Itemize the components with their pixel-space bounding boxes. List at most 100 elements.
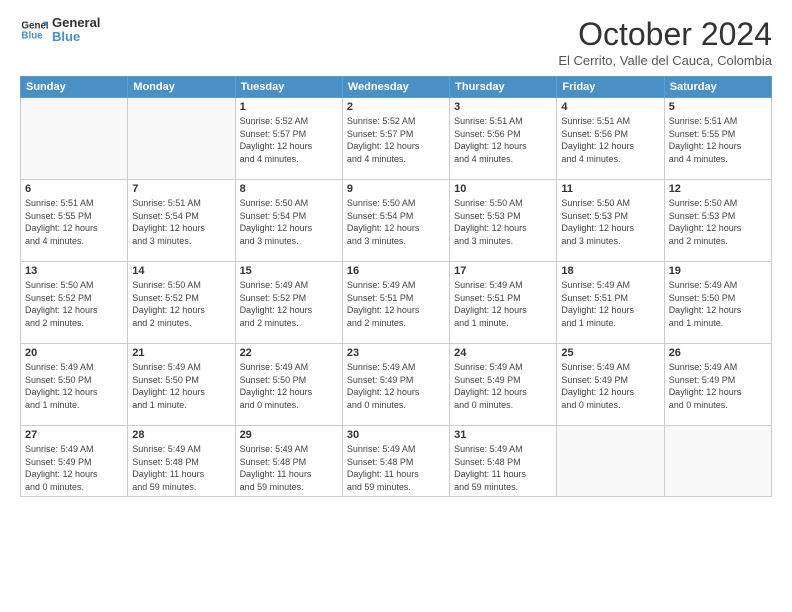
day-info: Sunrise: 5:50 AM Sunset: 5:53 PM Dayligh… [669,197,767,247]
table-row: 31 Sunrise: 5:49 AM Sunset: 5:48 PM Dayli… [450,426,557,497]
day-number: 1 [240,101,338,113]
day-number: 20 [25,347,123,359]
day-number: 11 [561,183,659,195]
table-row: 23 Sunrise: 5:49 AM Sunset: 5:49 PM Dayli… [342,344,449,426]
day-number: 28 [132,429,230,441]
day-info: Sunrise: 5:50 AM Sunset: 5:53 PM Dayligh… [454,197,552,247]
day-info: Sunrise: 5:49 AM Sunset: 5:50 PM Dayligh… [669,279,767,329]
table-row: 1 Sunrise: 5:52 AM Sunset: 5:57 PM Daylig… [235,98,342,180]
day-number: 26 [669,347,767,359]
day-number: 12 [669,183,767,195]
day-number: 27 [25,429,123,441]
table-row: 14 Sunrise: 5:50 AM Sunset: 5:52 PM Dayli… [128,262,235,344]
col-saturday: Saturday [664,77,771,98]
calendar-header-row: Sunday Monday Tuesday Wednesday Thursday… [21,77,772,98]
table-row: 12 Sunrise: 5:50 AM Sunset: 5:53 PM Dayli… [664,180,771,262]
logo-text-blue: Blue [52,30,100,44]
table-row: 18Sunrise: 5:49 AM Sunset: 5:51 PM Dayli… [557,262,664,344]
table-row: 28 Sunrise: 5:49 AM Sunset: 5:48 PM Dayli… [128,426,235,497]
table-row: 2Sunrise: 5:52 AM Sunset: 5:57 PM Daylig… [342,98,449,180]
day-info: Sunrise: 5:49 AM Sunset: 5:48 PM Dayligh… [132,443,230,493]
table-row: 24 Sunrise: 5:49 AM Sunset: 5:49 PM Dayli… [450,344,557,426]
day-info: Sunrise: 5:49 AM Sunset: 5:50 PM Dayligh… [240,361,338,411]
day-number: 23 [347,347,445,359]
table-row: 10 Sunrise: 5:50 AM Sunset: 5:53 PM Dayli… [450,180,557,262]
title-block: October 2024 El Cerrito, Valle del Cauca… [558,16,772,68]
col-monday: Monday [128,77,235,98]
day-info: Sunrise: 5:49 AM Sunset: 5:49 PM Dayligh… [669,361,767,411]
day-info: Sunrise: 5:49 AM Sunset: 5:51 PM Dayligh… [347,279,445,329]
day-info: Sunrise: 5:49 AM Sunset: 5:49 PM Dayligh… [561,361,659,411]
calendar: Sunday Monday Tuesday Wednesday Thursday… [20,76,772,497]
day-number: 24 [454,347,552,359]
col-sunday: Sunday [21,77,128,98]
table-row [128,98,235,180]
day-info: Sunrise: 5:51 AM Sunset: 5:54 PM Dayligh… [132,197,230,247]
table-row: 15 Sunrise: 5:49 AM Sunset: 5:52 PM Dayli… [235,262,342,344]
table-row: 17 Sunrise: 5:49 AM Sunset: 5:51 PM Dayli… [450,262,557,344]
day-info: Sunrise: 5:50 AM Sunset: 5:53 PM Dayligh… [561,197,659,247]
day-number: 29 [240,429,338,441]
day-info: Sunrise: 5:50 AM Sunset: 5:52 PM Dayligh… [25,279,123,329]
table-row: 8Sunrise: 5:50 AM Sunset: 5:54 PM Daylig… [235,180,342,262]
day-number: 17 [454,265,552,277]
day-number: 2 [347,101,445,113]
table-row: 6 Sunrise: 5:51 AM Sunset: 5:55 PM Daylig… [21,180,128,262]
day-number: 21 [132,347,230,359]
table-row: 25 Sunrise: 5:49 AM Sunset: 5:49 PM Dayli… [557,344,664,426]
day-info: Sunrise: 5:51 AM Sunset: 5:56 PM Dayligh… [454,115,552,165]
day-info: Sunrise: 5:50 AM Sunset: 5:54 PM Dayligh… [240,197,338,247]
header: General Blue General Blue October 2024 E… [20,16,772,68]
day-info: Sunrise: 5:49 AM Sunset: 5:50 PM Dayligh… [132,361,230,411]
logo: General Blue General Blue [20,16,100,45]
day-info: Sunrise: 5:49 AM Sunset: 5:51 PM Dayligh… [454,279,552,329]
day-info: Sunrise: 5:49 AM Sunset: 5:49 PM Dayligh… [454,361,552,411]
table-row: 16Sunrise: 5:49 AM Sunset: 5:51 PM Dayli… [342,262,449,344]
day-number: 31 [454,429,552,441]
table-row: 19Sunrise: 5:49 AM Sunset: 5:50 PM Dayli… [664,262,771,344]
table-row: 3 Sunrise: 5:51 AM Sunset: 5:56 PM Daylig… [450,98,557,180]
day-info: Sunrise: 5:49 AM Sunset: 5:49 PM Dayligh… [25,443,123,493]
table-row [21,98,128,180]
svg-text:Blue: Blue [21,31,43,42]
day-info: Sunrise: 5:49 AM Sunset: 5:48 PM Dayligh… [454,443,552,493]
day-number: 3 [454,101,552,113]
table-row: 21 Sunrise: 5:49 AM Sunset: 5:50 PM Dayli… [128,344,235,426]
table-row: 9 Sunrise: 5:50 AM Sunset: 5:54 PM Daylig… [342,180,449,262]
day-number: 7 [132,183,230,195]
day-info: Sunrise: 5:50 AM Sunset: 5:54 PM Dayligh… [347,197,445,247]
table-row: 30Sunrise: 5:49 AM Sunset: 5:48 PM Dayli… [342,426,449,497]
day-info: Sunrise: 5:49 AM Sunset: 5:51 PM Dayligh… [561,279,659,329]
table-row: 20Sunrise: 5:49 AM Sunset: 5:50 PM Dayli… [21,344,128,426]
table-row [557,426,664,497]
day-info: Sunrise: 5:50 AM Sunset: 5:52 PM Dayligh… [132,279,230,329]
day-number: 14 [132,265,230,277]
day-number: 15 [240,265,338,277]
table-row: 22 Sunrise: 5:49 AM Sunset: 5:50 PM Dayli… [235,344,342,426]
day-info: Sunrise: 5:49 AM Sunset: 5:48 PM Dayligh… [240,443,338,493]
table-row: 29 Sunrise: 5:49 AM Sunset: 5:48 PM Dayli… [235,426,342,497]
day-number: 5 [669,101,767,113]
day-number: 30 [347,429,445,441]
day-info: Sunrise: 5:52 AM Sunset: 5:57 PM Dayligh… [240,115,338,165]
location: El Cerrito, Valle del Cauca, Colombia [558,53,772,68]
table-row: 7 Sunrise: 5:51 AM Sunset: 5:54 PM Daylig… [128,180,235,262]
month-title: October 2024 [558,16,772,53]
table-row: 27 Sunrise: 5:49 AM Sunset: 5:49 PM Dayli… [21,426,128,497]
day-info: Sunrise: 5:51 AM Sunset: 5:55 PM Dayligh… [25,197,123,247]
table-row: 4Sunrise: 5:51 AM Sunset: 5:56 PM Daylig… [557,98,664,180]
table-row: 5 Sunrise: 5:51 AM Sunset: 5:55 PM Daylig… [664,98,771,180]
day-info: Sunrise: 5:49 AM Sunset: 5:49 PM Dayligh… [347,361,445,411]
table-row: 26 Sunrise: 5:49 AM Sunset: 5:49 PM Dayli… [664,344,771,426]
logo-icon: General Blue [20,16,48,44]
day-info: Sunrise: 5:51 AM Sunset: 5:55 PM Dayligh… [669,115,767,165]
day-number: 22 [240,347,338,359]
day-number: 6 [25,183,123,195]
col-tuesday: Tuesday [235,77,342,98]
day-number: 9 [347,183,445,195]
day-info: Sunrise: 5:51 AM Sunset: 5:56 PM Dayligh… [561,115,659,165]
day-info: Sunrise: 5:49 AM Sunset: 5:52 PM Dayligh… [240,279,338,329]
logo-text-general: General [52,16,100,30]
day-number: 10 [454,183,552,195]
day-number: 25 [561,347,659,359]
